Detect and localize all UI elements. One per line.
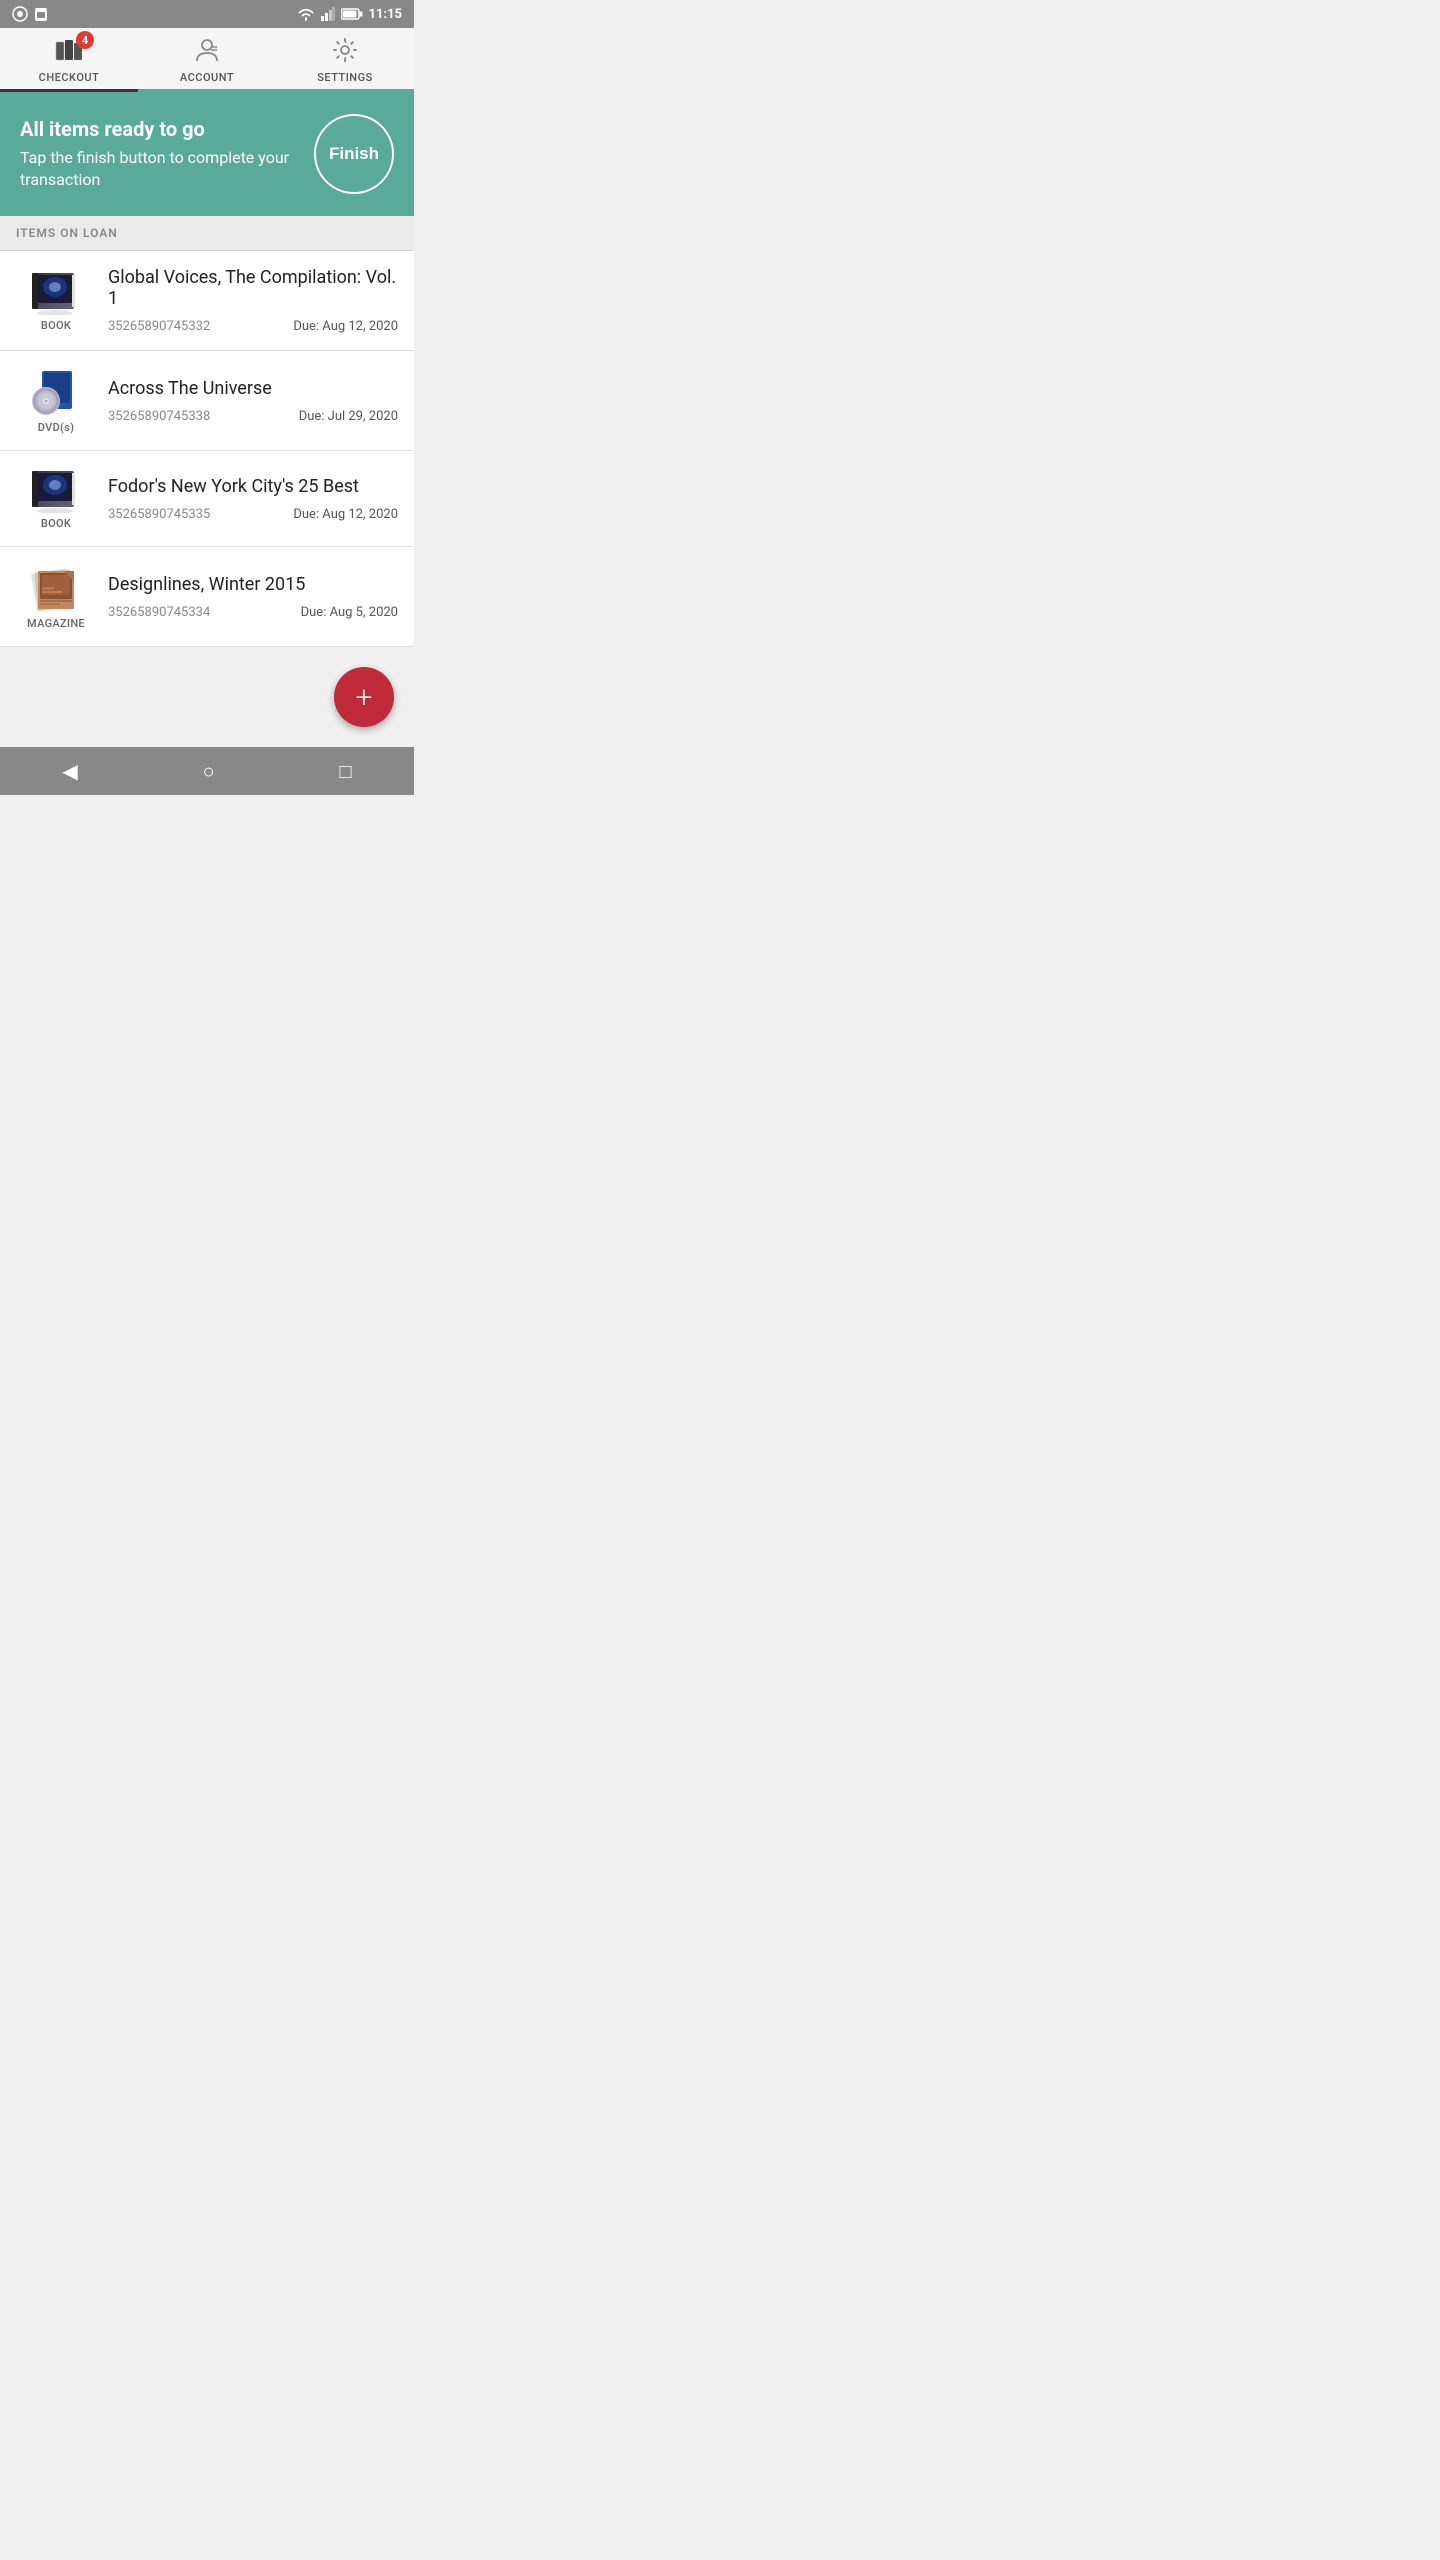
item-type-2: DVD(s) [38, 421, 74, 434]
dvd-icon [28, 367, 84, 417]
item-icon-col: DVD(s) [16, 367, 96, 434]
item-barcode-4: 35265890745334 [108, 605, 210, 620]
bottom-nav: ◀ ○ □ [0, 747, 414, 795]
book-icon-2 [28, 467, 84, 513]
checkout-badge: 4 [76, 31, 94, 49]
banner-text: All items ready to go Tap the finish but… [20, 117, 314, 192]
book-icon [28, 269, 84, 315]
recent-button[interactable]: □ [319, 751, 371, 792]
item-barcode-1: 35265890745332 [108, 319, 210, 334]
item-icon-col: MAGAZINE [16, 563, 96, 630]
home-button[interactable]: ○ [183, 751, 235, 792]
item-title-4: Designlines, Winter 2015 [108, 574, 398, 595]
magazine-icon [28, 563, 84, 613]
status-left-icons [12, 6, 48, 22]
list-item: MAGAZINE Designlines, Winter 2015 352658… [0, 547, 414, 647]
signal-icon [12, 6, 28, 22]
list-item: DVD(s) Across The Universe 3526589074533… [0, 351, 414, 451]
add-item-fab[interactable]: + [334, 667, 394, 727]
item-details-4: Designlines, Winter 2015 35265890745334 … [96, 574, 398, 620]
person-icon [193, 37, 221, 63]
item-title-1: Global Voices, The Compilation: Vol. 1 [108, 267, 398, 309]
item-type-1: BOOK [41, 319, 71, 332]
wifi-icon [297, 7, 315, 21]
items-list: BOOK Global Voices, The Compilation: Vol… [0, 251, 414, 647]
status-bar: 11:15 [0, 0, 414, 28]
settings-tab-label: SETTINGS [317, 71, 373, 84]
item-barcode-2: 35265890745338 [108, 409, 210, 424]
checkout-icon: 4 [54, 37, 84, 69]
finish-button[interactable]: Finish [314, 114, 394, 194]
gear-icon [331, 37, 359, 63]
item-due-3: Due: Aug 12, 2020 [293, 507, 398, 522]
item-details-2: Across The Universe 35265890745338 Due: … [96, 378, 398, 424]
item-type-4: MAGAZINE [27, 617, 85, 630]
time-display: 11:15 [369, 7, 403, 22]
account-icon [193, 37, 221, 69]
item-icon-col: BOOK [16, 269, 96, 332]
item-due-4: Due: Aug 5, 2020 [301, 605, 398, 620]
item-meta-3: 35265890745335 Due: Aug 12, 2020 [108, 507, 398, 522]
item-icon-col: BOOK [16, 467, 96, 530]
banner: All items ready to go Tap the finish but… [0, 92, 414, 216]
status-right-icons: 11:15 [297, 7, 403, 22]
list-item: BOOK Fodor's New York City's 25 Best 352… [0, 451, 414, 547]
settings-icon [331, 37, 359, 69]
banner-subtitle: Tap the finish button to complete your t… [20, 147, 314, 192]
fab-area: + [0, 647, 414, 747]
item-due-1: Due: Aug 12, 2020 [293, 319, 398, 334]
cell-signal-icon [321, 7, 335, 21]
item-type-3: BOOK [41, 517, 71, 530]
tab-bar: 4 CHECKOUT ACCOUNT [0, 28, 414, 92]
sim-icon [34, 6, 48, 22]
item-due-2: Due: Jul 29, 2020 [299, 409, 398, 424]
checkout-tab-label: CHECKOUT [39, 71, 100, 84]
account-tab-label: ACCOUNT [180, 71, 234, 84]
list-item: BOOK Global Voices, The Compilation: Vol… [0, 251, 414, 351]
item-meta-2: 35265890745338 Due: Jul 29, 2020 [108, 409, 398, 424]
tab-checkout[interactable]: 4 CHECKOUT [0, 28, 138, 92]
item-title-3: Fodor's New York City's 25 Best [108, 476, 398, 497]
battery-icon [341, 8, 363, 20]
banner-title: All items ready to go [20, 117, 314, 141]
item-barcode-3: 35265890745335 [108, 507, 210, 522]
tab-account[interactable]: ACCOUNT [138, 28, 276, 89]
item-meta-1: 35265890745332 Due: Aug 12, 2020 [108, 319, 398, 334]
back-button[interactable]: ◀ [42, 751, 97, 791]
tab-settings[interactable]: SETTINGS [276, 28, 414, 89]
item-details-3: Fodor's New York City's 25 Best 35265890… [96, 476, 398, 522]
items-on-loan-header: ITEMS ON LOAN [0, 216, 414, 251]
item-meta-4: 35265890745334 Due: Aug 5, 2020 [108, 605, 398, 620]
item-details-1: Global Voices, The Compilation: Vol. 1 3… [96, 267, 398, 334]
item-title-2: Across The Universe [108, 378, 398, 399]
